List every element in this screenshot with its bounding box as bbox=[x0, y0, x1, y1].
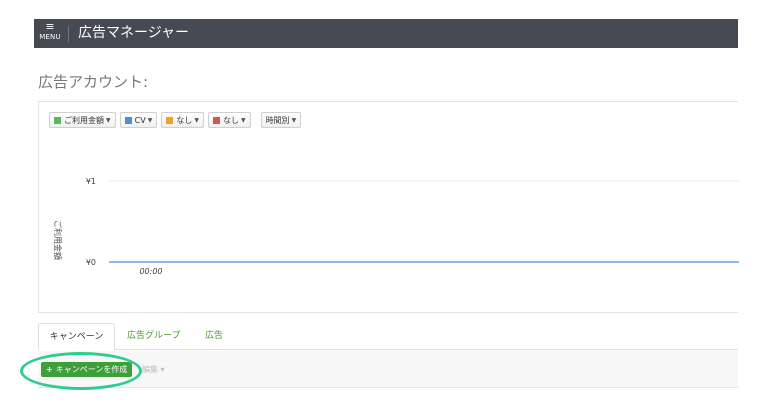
y-tick-label: ¥0 bbox=[86, 258, 96, 267]
top-bar: ≡ MENU 広告マネージャー bbox=[34, 19, 738, 48]
menu-label: MENU bbox=[39, 33, 61, 41]
menu-button[interactable]: ≡ MENU bbox=[38, 21, 62, 46]
chevron-down-icon: ▾ bbox=[160, 365, 165, 374]
edit-label: 編集 bbox=[142, 365, 158, 374]
topbar-divider bbox=[68, 26, 69, 42]
y-tick-label: ¥1 bbox=[86, 177, 96, 186]
tab-ad[interactable]: 広告 bbox=[205, 323, 223, 350]
page-title: 広告アカウント: bbox=[38, 73, 149, 91]
app-title: 広告マネージャー bbox=[78, 25, 190, 41]
edit-dropdown-button[interactable]: 編集 ▾ bbox=[142, 362, 165, 377]
action-bar: + キャンペーンを作成 編集 ▾ bbox=[38, 351, 738, 388]
tab-ad-group[interactable]: 広告グループ bbox=[127, 323, 180, 350]
x-tick-label: 00:00 bbox=[139, 267, 162, 276]
tab-bar: キャンペーン 広告グループ 広告 bbox=[38, 323, 738, 350]
y-axis-label: ご利用金額 bbox=[53, 220, 62, 260]
chart-panel: ご利用金額 ▼ CV ▼ なし ▼ なし ▼ 時間別 ▼ ¥1 ¥0 00:00 bbox=[38, 101, 739, 313]
tab-campaign[interactable]: キャンペーン bbox=[38, 323, 115, 350]
hamburger-icon: ≡ bbox=[45, 20, 55, 33]
line-chart: ¥1 ¥0 00:00 bbox=[86, 177, 739, 276]
highlight-ring bbox=[20, 352, 142, 390]
